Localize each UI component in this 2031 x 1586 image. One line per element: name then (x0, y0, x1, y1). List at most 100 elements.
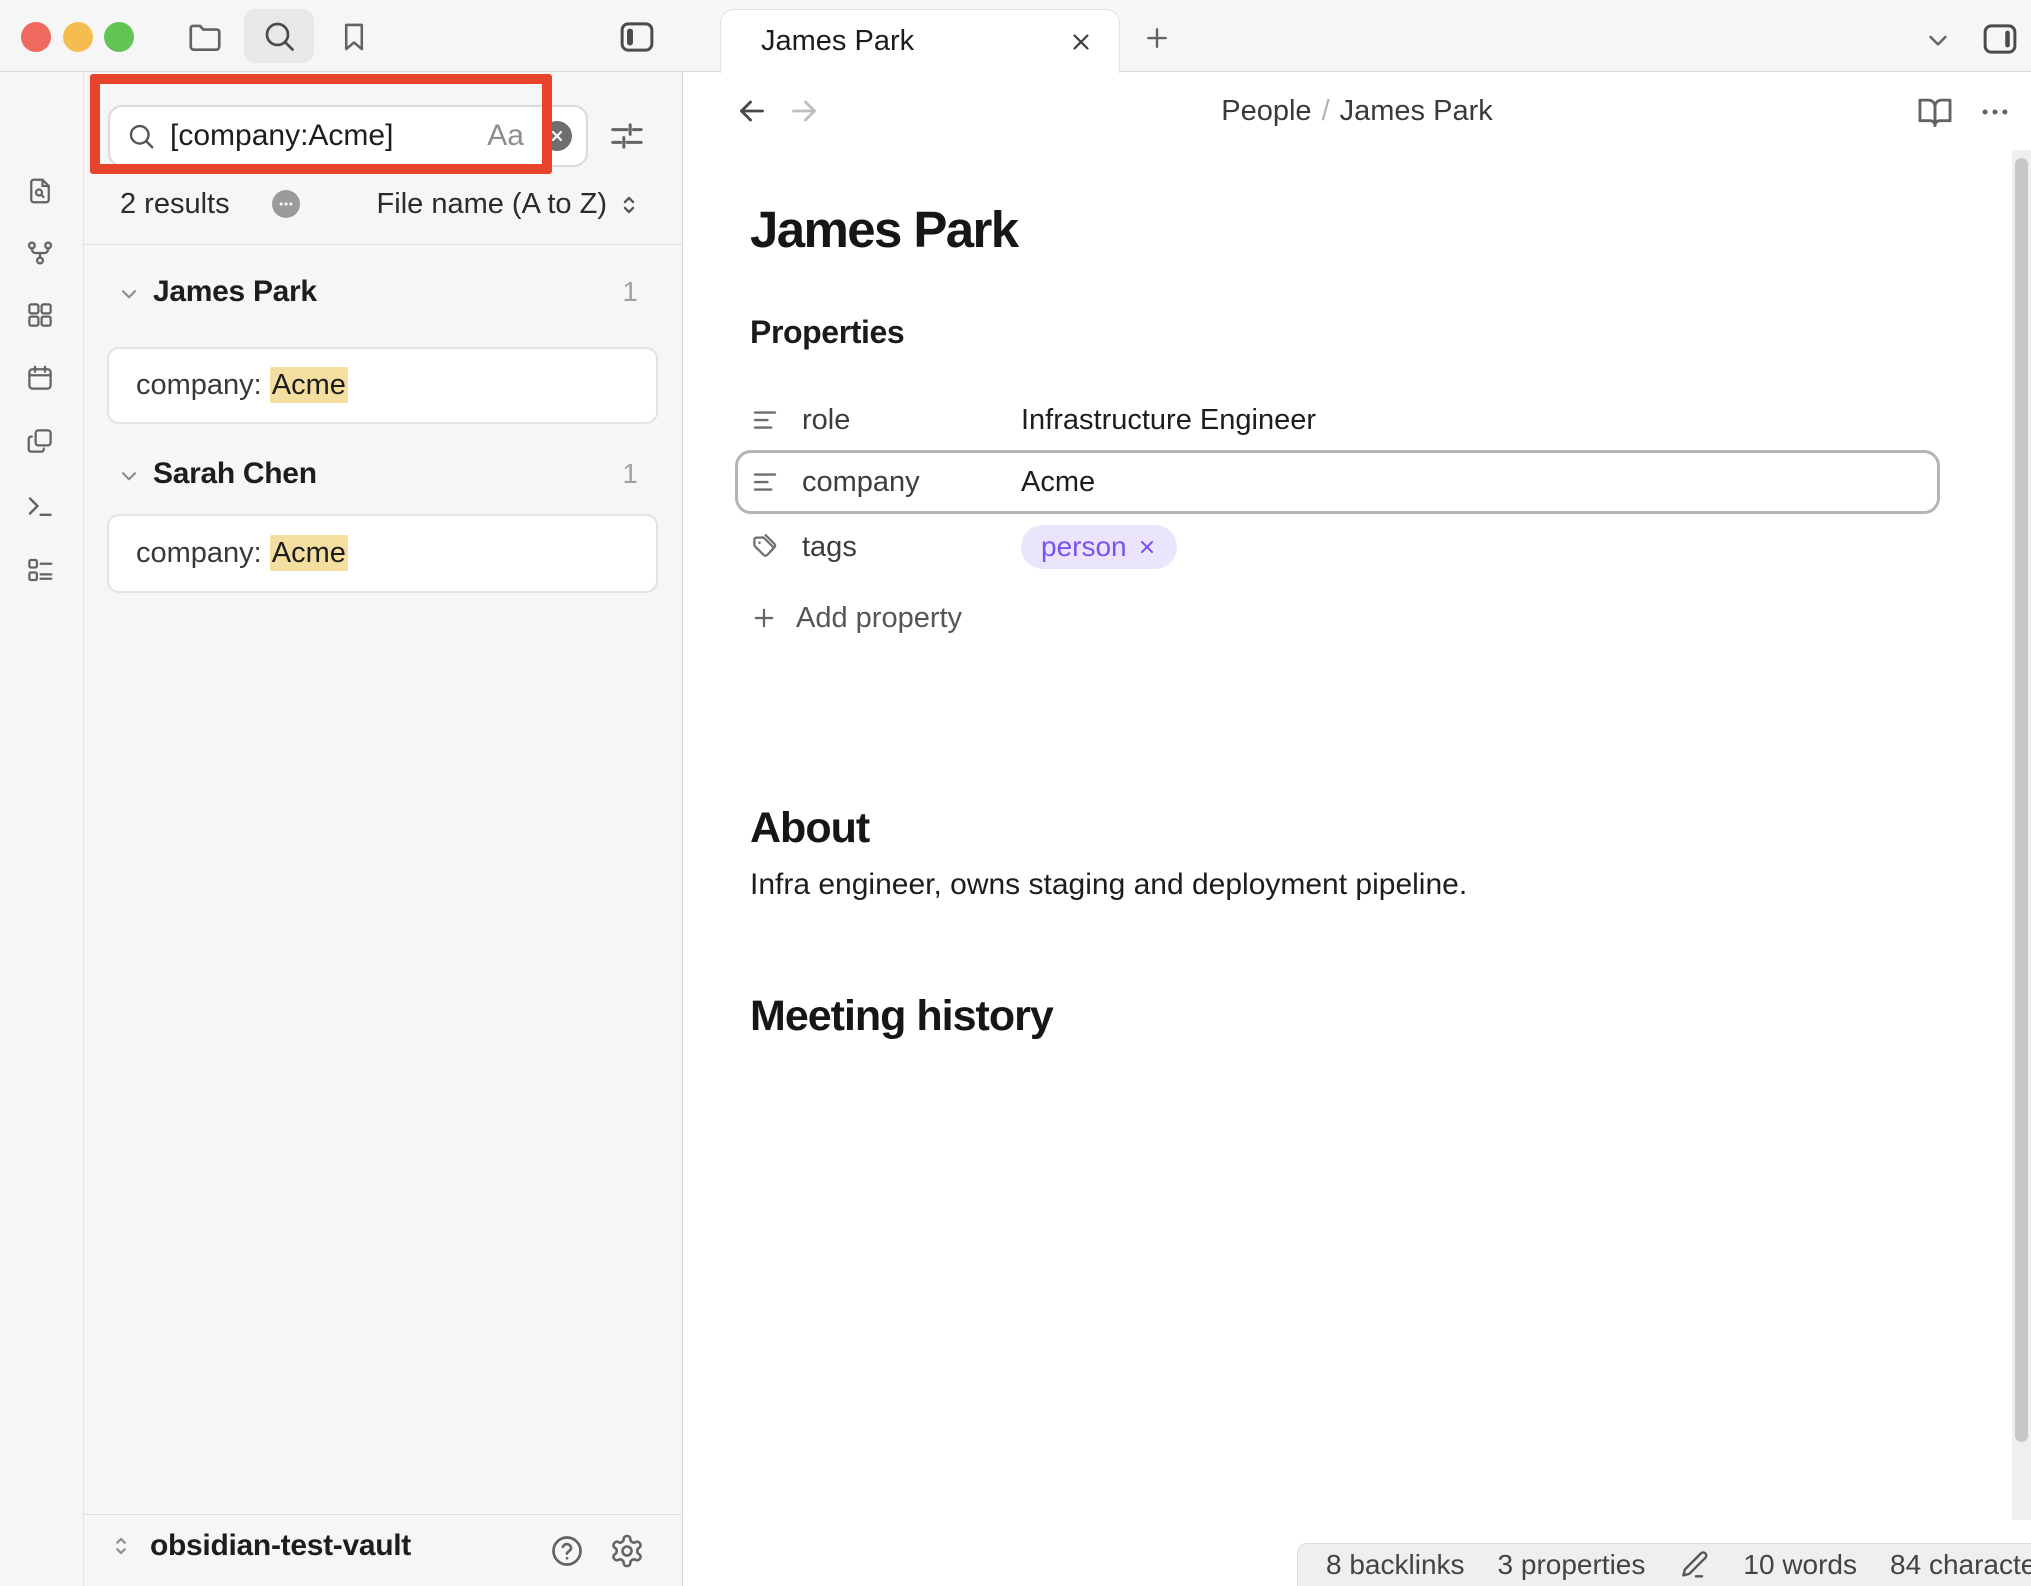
main-pane: James Park (683, 0, 2031, 1586)
results-count: 2 results (120, 188, 230, 221)
backlinks-count[interactable]: 8 backlinks (1326, 1549, 1465, 1581)
properties-heading[interactable]: Properties (750, 314, 904, 351)
tag-pill-person[interactable]: person (1021, 525, 1177, 569)
folder-icon (186, 18, 224, 56)
align-left-icon (750, 405, 780, 435)
macos-zoom-button[interactable] (104, 22, 134, 52)
settings-button[interactable] (605, 1529, 649, 1573)
sliders-icon (608, 117, 646, 155)
toggle-right-sidebar-button[interactable] (1978, 17, 2022, 61)
pencil-icon[interactable] (1678, 1549, 1710, 1581)
match-highlight: Acme (270, 367, 348, 403)
remove-tag-icon[interactable] (1137, 537, 1157, 557)
properties-ribbon-button[interactable] (24, 554, 56, 586)
property-value[interactable]: Acme (1021, 466, 1095, 499)
graph-ribbon-button[interactable] (24, 237, 56, 269)
copy-icon (25, 426, 55, 456)
files-button[interactable] (183, 15, 227, 59)
note-title[interactable]: James Park (750, 200, 1018, 259)
panel-divider (84, 244, 683, 245)
match-highlight: Acme (270, 535, 348, 571)
result-file-title: James Park (153, 275, 317, 309)
properties-count[interactable]: 3 properties (1498, 1549, 1646, 1581)
x-icon (549, 128, 565, 144)
list-boxes-icon (25, 555, 55, 585)
result-group-sarah-chen[interactable]: Sarah Chen 1 (84, 452, 683, 498)
help-button[interactable] (545, 1529, 589, 1573)
left-titlebar (0, 0, 683, 72)
about-heading: About (750, 804, 869, 853)
search-toolbar-button[interactable] (244, 9, 314, 63)
toggle-left-sidebar-button[interactable] (613, 13, 661, 61)
new-tab-button[interactable] (1141, 22, 1173, 54)
breadcrumb-current[interactable]: James Park (1340, 95, 1493, 127)
chevrons-up-down-icon (615, 191, 643, 219)
tab-list-button[interactable] (1921, 24, 1955, 56)
vault-name: obsidian-test-vault (150, 1529, 411, 1563)
search-input[interactable]: [company:Acme] Aa (108, 105, 588, 167)
sidebar-left-icon (616, 16, 658, 58)
help-circle-icon (549, 1533, 585, 1569)
macos-close-button[interactable] (21, 22, 51, 52)
search-settings-button[interactable] (605, 113, 649, 159)
bookmarks-button[interactable] (332, 15, 376, 59)
chevron-down-icon (116, 281, 142, 307)
breadcrumb-separator: / (1312, 95, 1340, 127)
breadcrumb-parent[interactable]: People (1221, 95, 1311, 127)
property-value[interactable]: Infrastructure Engineer (1021, 404, 1316, 437)
chevrons-up-down-icon (108, 1533, 134, 1559)
graph-icon (25, 238, 55, 268)
result-match-card[interactable]: company: Acme (107, 514, 658, 593)
scrollbar-track[interactable] (2012, 150, 2031, 1520)
match-case-toggle[interactable]: Aa (487, 119, 524, 153)
result-group-james-park[interactable]: James Park 1 (84, 270, 683, 316)
about-body: Infra engineer, owns staging and deploym… (750, 868, 1467, 902)
terminal-icon (25, 491, 55, 521)
property-name[interactable]: tags (802, 531, 1021, 564)
plus-icon (750, 604, 778, 632)
canvas-ribbon-button[interactable] (24, 299, 56, 331)
sidebar-right-icon (1979, 18, 2021, 60)
terminal-ribbon-button[interactable] (24, 490, 56, 522)
add-property-label: Add property (796, 602, 962, 635)
reading-view-button[interactable] (1913, 90, 1957, 134)
ribbon (0, 72, 84, 1586)
obsidian-window: [company:Acme] Aa 2 results File name (A… (0, 0, 2031, 1586)
property-row-company[interactable]: company Acme (750, 460, 1095, 504)
property-name[interactable]: company (802, 466, 1021, 499)
view-header: People/James Park (683, 72, 2031, 150)
bookmark-icon (337, 20, 371, 54)
chevron-down-icon (116, 463, 142, 489)
ellipsis-icon (1978, 95, 2012, 129)
result-match-count: 1 (622, 276, 638, 308)
daily-note-ribbon-button[interactable] (24, 362, 56, 394)
vault-switcher[interactable]: obsidian-test-vault (108, 1529, 411, 1563)
results-info-badge[interactable] (272, 190, 300, 218)
book-open-icon (1916, 93, 1954, 131)
sort-order-button[interactable]: File name (A to Z) (377, 188, 643, 221)
property-row-role[interactable]: role Infrastructure Engineer (750, 398, 1316, 442)
breadcrumb: People/James Park (683, 95, 2031, 128)
property-name[interactable]: role (802, 404, 1021, 437)
close-tab-button[interactable] (1067, 28, 1095, 56)
search-query-text: [company:Acme] (170, 119, 393, 153)
property-row-tags[interactable]: tags person (750, 525, 1177, 569)
results-header: 2 results File name (A to Z) (84, 185, 683, 225)
sort-order-label: File name (A to Z) (377, 188, 607, 221)
tab-james-park[interactable]: James Park (720, 9, 1120, 73)
result-match-card[interactable]: company: Acme (107, 347, 658, 424)
search-panel: [company:Acme] Aa 2 results File name (A… (84, 72, 683, 1586)
more-options-button[interactable] (1973, 90, 2017, 134)
character-count[interactable]: 84 characters (1890, 1549, 2031, 1581)
search-file-ribbon-button[interactable] (24, 175, 56, 207)
templates-ribbon-button[interactable] (24, 425, 56, 457)
tag-label: person (1041, 531, 1127, 563)
macos-minimize-button[interactable] (63, 22, 93, 52)
tab-title: James Park (761, 25, 914, 58)
scrollbar-thumb[interactable] (2015, 158, 2028, 1442)
word-count[interactable]: 10 words (1743, 1549, 1857, 1581)
clear-search-button[interactable] (542, 121, 572, 151)
add-property-button[interactable]: Add property (750, 598, 962, 638)
result-file-title: Sarah Chen (153, 457, 317, 491)
meeting-history-heading: Meeting history (750, 992, 1053, 1041)
